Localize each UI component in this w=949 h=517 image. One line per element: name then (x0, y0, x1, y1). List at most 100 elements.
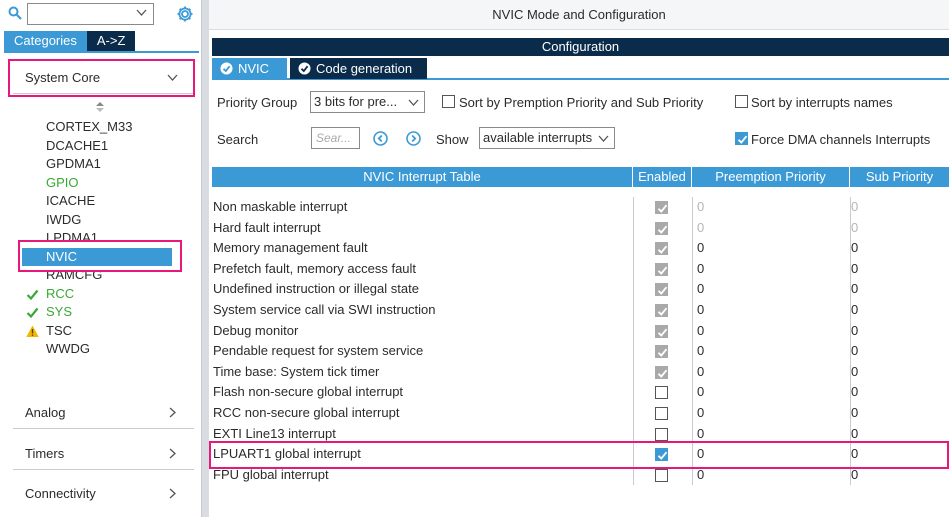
enabled-cell (633, 362, 692, 383)
enabled-cell (633, 238, 692, 259)
interrupt-name: Memory management fault (213, 240, 368, 256)
table-row[interactable]: RCC non-secure global interrupt 0 0 (212, 403, 949, 424)
enabled-checkbox[interactable] (655, 406, 668, 420)
table-row[interactable]: Time base: System tick timer 0 0 (212, 362, 949, 383)
chevron-down-icon (408, 99, 419, 106)
sub-priority-value[interactable]: 0 (850, 259, 949, 280)
sub-priority-value[interactable]: 0 (850, 321, 949, 342)
preemption-priority-value[interactable]: 0 (692, 238, 850, 259)
enabled-checkbox (655, 201, 668, 214)
section-analog[interactable]: Analog (13, 396, 194, 429)
chevron-down-icon[interactable] (136, 7, 147, 18)
force-dma-label: Force DMA channels Interrupts (751, 132, 931, 147)
show-filter-select[interactable]: available interrupts (479, 127, 615, 149)
preemption-priority-value[interactable]: 0 (692, 382, 850, 403)
check-icon (657, 245, 668, 255)
sort-names-label: Sort by interrupts names (751, 95, 893, 110)
sidebar-item-tsc[interactable]: TSC (26, 322, 172, 341)
tab-categories[interactable]: Categories (4, 31, 87, 51)
priority-group-label: Priority Group (217, 95, 298, 110)
preemption-priority-value[interactable]: 0 (692, 341, 850, 362)
search-previous-icon[interactable] (373, 131, 388, 146)
search-next-icon[interactable] (406, 131, 421, 146)
sidebar-item-gpdma1[interactable]: GPDMA1 (28, 155, 172, 174)
check-icon (26, 307, 39, 319)
interrupt-search-input[interactable]: Sear... (311, 127, 360, 149)
interrupt-name: Non maskable interrupt (213, 199, 348, 214)
section-timers-label: Timers (25, 446, 65, 461)
sidebar-item-sys[interactable]: SYS (26, 303, 172, 322)
table-row[interactable]: System service call via SWI instruction 0… (212, 300, 949, 321)
nvic-interrupt-table: NVIC Interrupt Table Enabled Preemption … (212, 167, 949, 486)
sidebar-item-icache[interactable]: ICACHE (28, 192, 172, 211)
warning-icon (26, 325, 39, 337)
categories-panel: Categories A->Z System Core CORTEX_M33 D… (0, 0, 201, 517)
sidebar-item-wwdg[interactable]: WWDG (28, 340, 172, 359)
table-row[interactable]: Memory management fault 0 0 (212, 238, 949, 259)
search-combo[interactable] (27, 3, 154, 25)
sub-priority-value[interactable]: 0 (850, 362, 949, 383)
column-header-preemption[interactable]: Preemption Priority (692, 167, 850, 187)
column-header-sub-priority[interactable]: Sub Priority (850, 167, 949, 187)
table-row[interactable]: Debug monitor 0 0 (212, 321, 949, 342)
enabled-checkbox[interactable] (655, 468, 668, 482)
sub-priority-value[interactable]: 0 (850, 341, 949, 362)
column-header-enabled[interactable]: Enabled (633, 167, 692, 187)
enabled-cell (633, 197, 692, 218)
tab-nvic[interactable]: NVIC (212, 58, 287, 79)
interrupt-name: Prefetch fault, memory access fault (213, 260, 417, 276)
sub-priority-value[interactable]: 0 (850, 218, 949, 239)
section-connectivity[interactable]: Connectivity (13, 477, 194, 510)
priority-group-select[interactable]: 3 bits for pre... (310, 91, 425, 113)
gear-icon[interactable] (176, 5, 194, 23)
enabled-checkbox (655, 221, 668, 235)
table-row[interactable]: Prefetch fault, memory access fault 0 0 (212, 259, 949, 280)
sub-priority-value[interactable]: 0 (850, 197, 949, 218)
sub-priority-value[interactable]: 0 (850, 279, 949, 300)
sidebar-item-cortex-m33[interactable]: CORTEX_M33 (28, 118, 172, 137)
table-row[interactable]: Hard fault interrupt 0 0 (212, 218, 949, 239)
preemption-priority-value[interactable]: 0 (692, 403, 850, 424)
sort-arrow-icon[interactable] (96, 102, 104, 112)
preemption-priority-value[interactable]: 0 (692, 321, 850, 342)
table-row[interactable]: Pendable request for system service 0 0 (212, 341, 949, 362)
preemption-priority-value[interactable]: 0 (692, 362, 850, 383)
sidebar-item-dcache1[interactable]: DCACHE1 (28, 137, 172, 156)
chevron-right-icon[interactable] (167, 407, 178, 418)
tab-a-to-z[interactable]: A->Z (86, 31, 136, 51)
search-label: Search (217, 132, 259, 147)
enabled-cell (633, 300, 692, 321)
chevron-right-icon[interactable] (167, 448, 178, 459)
column-header-interrupt[interactable]: NVIC Interrupt Table (212, 167, 633, 187)
sub-priority-value[interactable]: 0 (850, 300, 949, 321)
table-row[interactable]: Flash non-secure global interrupt 0 0 (212, 382, 949, 403)
page-title: NVIC Mode and Configuration (209, 0, 949, 30)
chevron-right-icon[interactable] (167, 488, 178, 499)
preemption-priority-value[interactable]: 0 (692, 300, 850, 321)
check-icon (657, 287, 668, 296)
force-dma-checkbox[interactable] (735, 132, 748, 145)
sidebar-item-iwdg[interactable]: IWDG (28, 211, 172, 230)
check-icon (657, 369, 668, 378)
sidebar-item-rcc[interactable]: RCC (26, 285, 172, 304)
tab-code-generation[interactable]: Code generation (290, 58, 427, 79)
enabled-checkbox[interactable] (655, 427, 668, 441)
sort-names-checkbox[interactable] (735, 95, 748, 108)
sidebar-item-gpio[interactable]: GPIO (28, 174, 172, 193)
enabled-checkbox[interactable] (655, 386, 668, 400)
interrupt-name: Undefined instruction or illegal state (213, 281, 419, 297)
preemption-priority-value[interactable]: 0 (692, 279, 850, 300)
panel-splitter[interactable] (201, 0, 209, 517)
table-row[interactable]: Non maskable interrupt 0 0 (212, 197, 949, 218)
sort-premption-checkbox[interactable] (442, 95, 455, 108)
sub-priority-value[interactable]: 0 (850, 382, 949, 403)
preemption-priority-value[interactable]: 0 (692, 259, 850, 280)
preemption-priority-value[interactable]: 0 (692, 197, 850, 218)
check-icon (657, 266, 668, 275)
table-row[interactable]: Undefined instruction or illegal state 0 0 (212, 279, 949, 300)
search-icon[interactable] (8, 6, 22, 20)
preemption-priority-value[interactable]: 0 (692, 218, 850, 239)
sub-priority-value[interactable]: 0 (850, 403, 949, 424)
section-timers[interactable]: Timers (13, 437, 194, 470)
sub-priority-value[interactable]: 0 (850, 238, 949, 259)
